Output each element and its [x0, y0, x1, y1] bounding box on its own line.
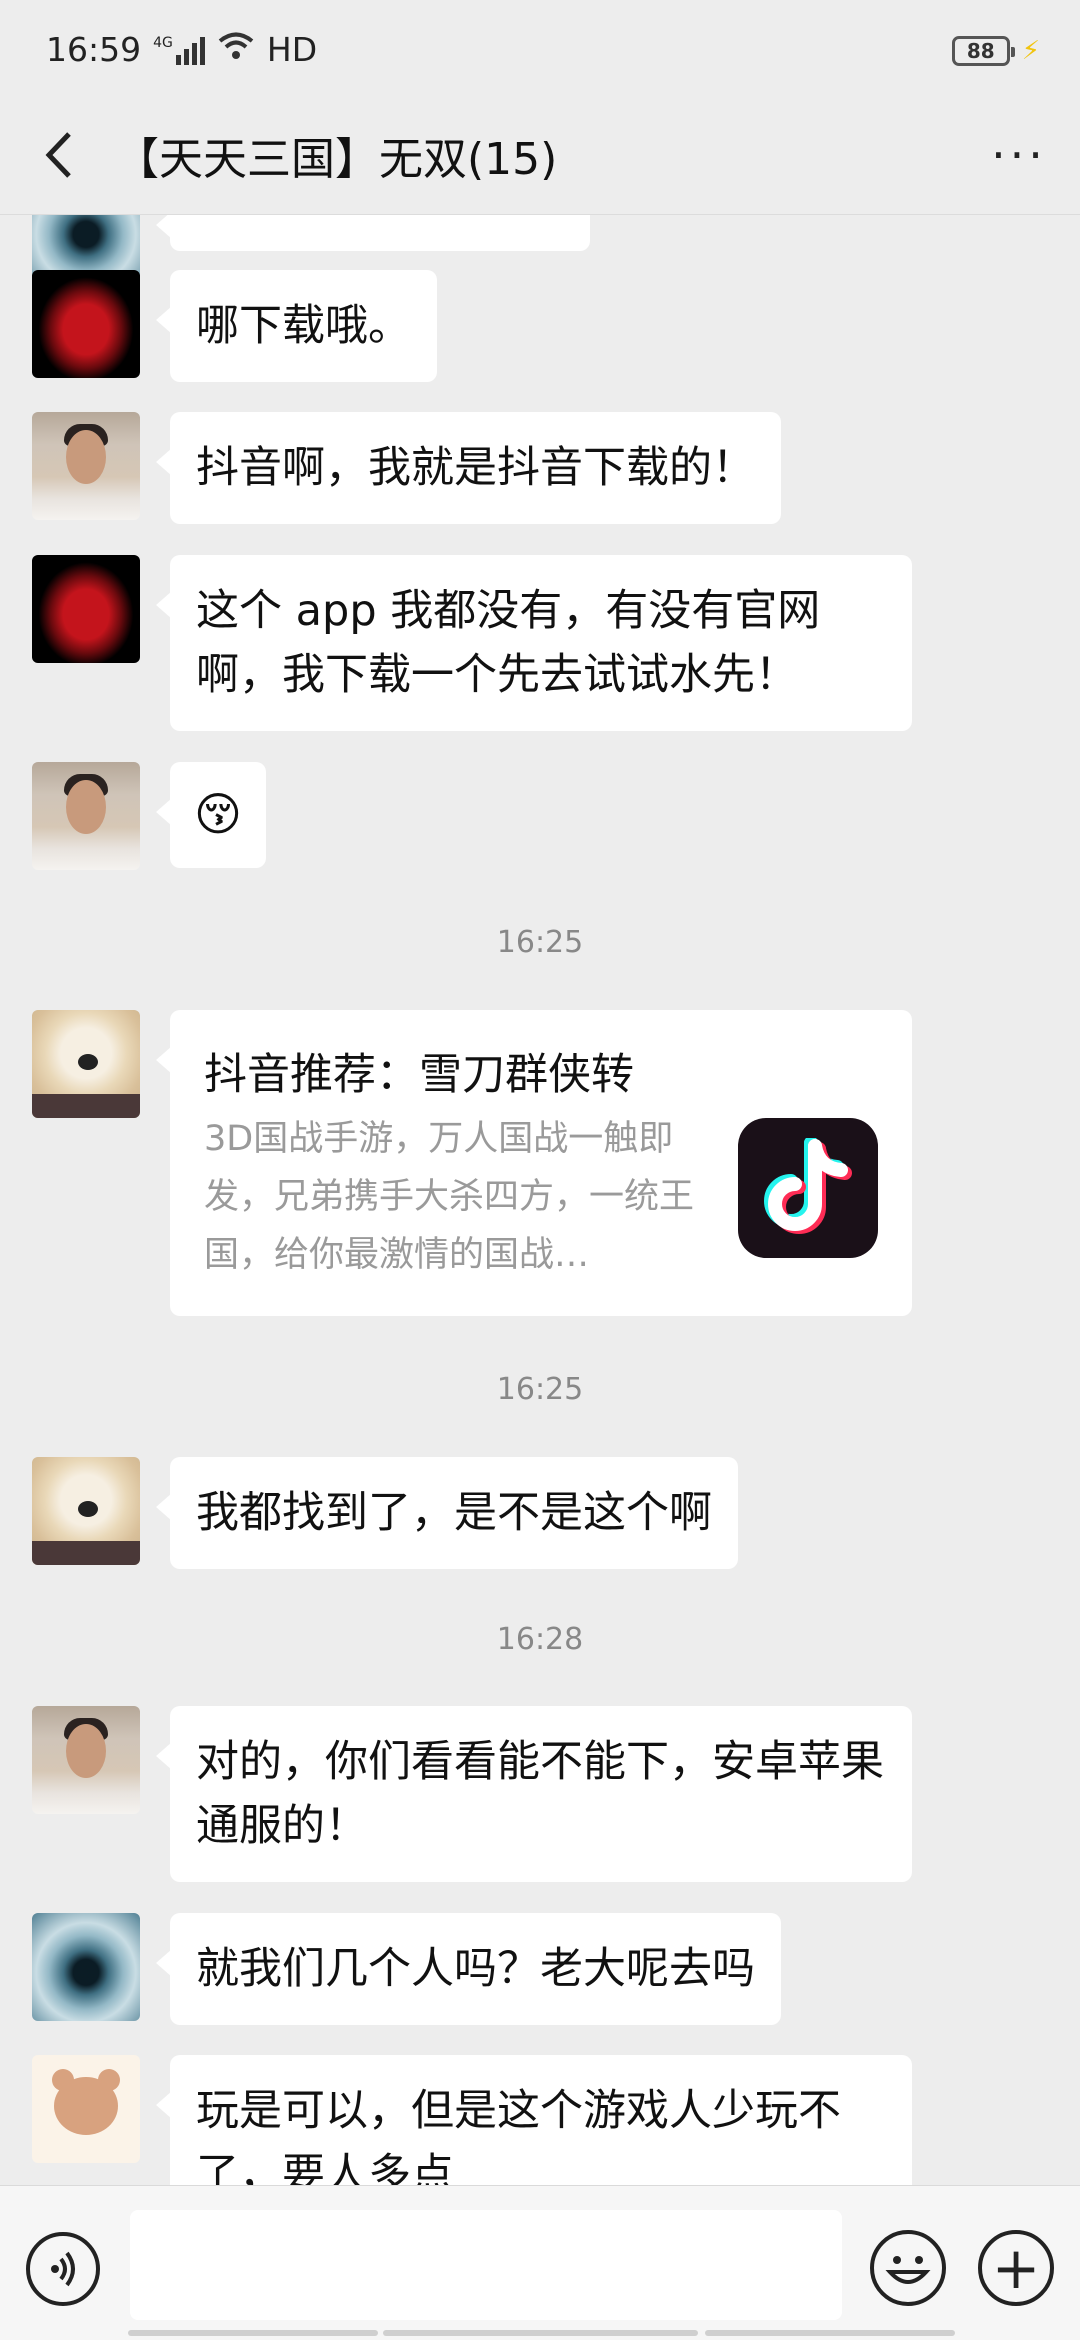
message-bubble[interactable]: 我都找到了，是不是这个啊	[156, 1457, 738, 1569]
message-text: 抖音啊，我就是抖音下载的！	[196, 443, 755, 493]
plus-icon[interactable]: +	[978, 2230, 1054, 2306]
message-text: 这个 app 我都没有，有没有官网啊，我下载一个先去试试水先！	[196, 586, 821, 700]
avatar[interactable]	[32, 555, 140, 663]
status-time: 16:59	[46, 30, 142, 69]
card-description: 3D国战手游，万人国战一触即发，兄弟携手大杀四方，一统王国，给你最激情的国战…	[204, 1119, 695, 1275]
message-row: 就我们几个人吗？老大呢去吗	[32, 1913, 781, 2025]
message-bubble[interactable]: 😚	[156, 762, 266, 868]
message-bubble[interactable]: 这个 app 我都没有，有没有官网啊，我下载一个先去试试水先！	[156, 555, 912, 731]
message-row: 这个 app 我都没有，有没有官网啊，我下载一个先去试试水先！	[32, 555, 912, 731]
avatar[interactable]	[32, 762, 140, 870]
message-bubble[interactable]	[156, 215, 590, 251]
back-arrow-icon[interactable]	[28, 125, 88, 185]
avatar[interactable]	[32, 1457, 140, 1565]
message-row: 对的，你们看看能不能下，安卓苹果通服的！	[32, 1706, 912, 1882]
card-title: 抖音推荐：雪刀群侠转	[204, 1050, 634, 1100]
message-text: 就我们几个人吗？老大呢去吗	[196, 1944, 755, 1994]
message-text: 哪下载哦。	[196, 301, 411, 351]
emoji-icon[interactable]	[870, 2230, 946, 2306]
wifi-icon	[217, 30, 255, 69]
avatar[interactable]	[32, 270, 140, 378]
message-row: 抖音推荐：雪刀群侠转 3D国战手游，万人国战一触即发，兄弟携手大杀四方，一统王国…	[32, 1010, 912, 1316]
message-row: 😚	[32, 762, 266, 870]
status-bar: 16:59 4G HD 88 ⚡	[0, 0, 1080, 105]
timestamp: 16:28	[496, 1622, 584, 1657]
message-bubble[interactable]: 哪下载哦。	[156, 270, 437, 382]
page-title: 【天天三国】无双(15)	[115, 134, 558, 185]
message-list[interactable]: 哪下载哦。 抖音啊，我就是抖音下载的！ 这个 app 我都没有，有没有官网啊，我…	[0, 215, 1080, 2185]
input-bar: +	[0, 2185, 1080, 2340]
chat-header: 【天天三国】无双(15) ···	[0, 105, 1080, 215]
more-icon[interactable]: ···	[984, 125, 1054, 185]
battery-icon: 88	[951, 36, 1015, 66]
voice-icon[interactable]	[26, 2232, 100, 2306]
message-bubble[interactable]: 就我们几个人吗？老大呢去吗	[156, 1913, 781, 2025]
hd-label: HD	[266, 30, 318, 69]
nav-indicator	[128, 2330, 378, 2336]
message-bubble[interactable]: 对的，你们看看能不能下，安卓苹果通服的！	[156, 1706, 912, 1882]
timestamp: 16:25	[496, 925, 584, 960]
message-row: 玩是可以，但是这个游戏人少玩不了，要人多点	[32, 2055, 912, 2185]
charging-icon: ⚡	[1021, 36, 1040, 66]
avatar[interactable]	[32, 1010, 140, 1118]
network-type: 4G	[153, 34, 173, 51]
message-text: 对的，你们看看能不能下，安卓苹果通服的！	[196, 1737, 884, 1851]
nav-indicator	[705, 2330, 955, 2336]
douyin-icon	[738, 1118, 878, 1258]
signal-icon: 4G	[153, 35, 205, 65]
nav-indicator	[383, 2330, 698, 2336]
message-text: 玩是可以，但是这个游戏人少玩不了，要人多点	[196, 2086, 841, 2185]
timestamp: 16:25	[496, 1372, 584, 1407]
kissing-face-icon: 😚	[194, 787, 242, 841]
message-input[interactable]	[130, 2210, 842, 2320]
message-bubble[interactable]: 抖音啊，我就是抖音下载的！	[156, 412, 781, 524]
avatar[interactable]	[32, 1706, 140, 1814]
avatar[interactable]	[32, 2055, 140, 2163]
avatar[interactable]	[32, 1913, 140, 2021]
message-row: 哪下载哦。	[32, 270, 437, 382]
link-card[interactable]: 抖音推荐：雪刀群侠转 3D国战手游，万人国战一触即发，兄弟携手大杀四方，一统王国…	[156, 1010, 912, 1316]
avatar[interactable]	[32, 412, 140, 520]
battery-level: 88	[966, 39, 995, 63]
message-bubble[interactable]: 玩是可以，但是这个游戏人少玩不了，要人多点	[156, 2055, 912, 2185]
message-row: 抖音啊，我就是抖音下载的！	[32, 412, 781, 524]
message-row: 我都找到了，是不是这个啊	[32, 1457, 738, 1569]
message-text: 我都找到了，是不是这个啊	[196, 1488, 712, 1538]
